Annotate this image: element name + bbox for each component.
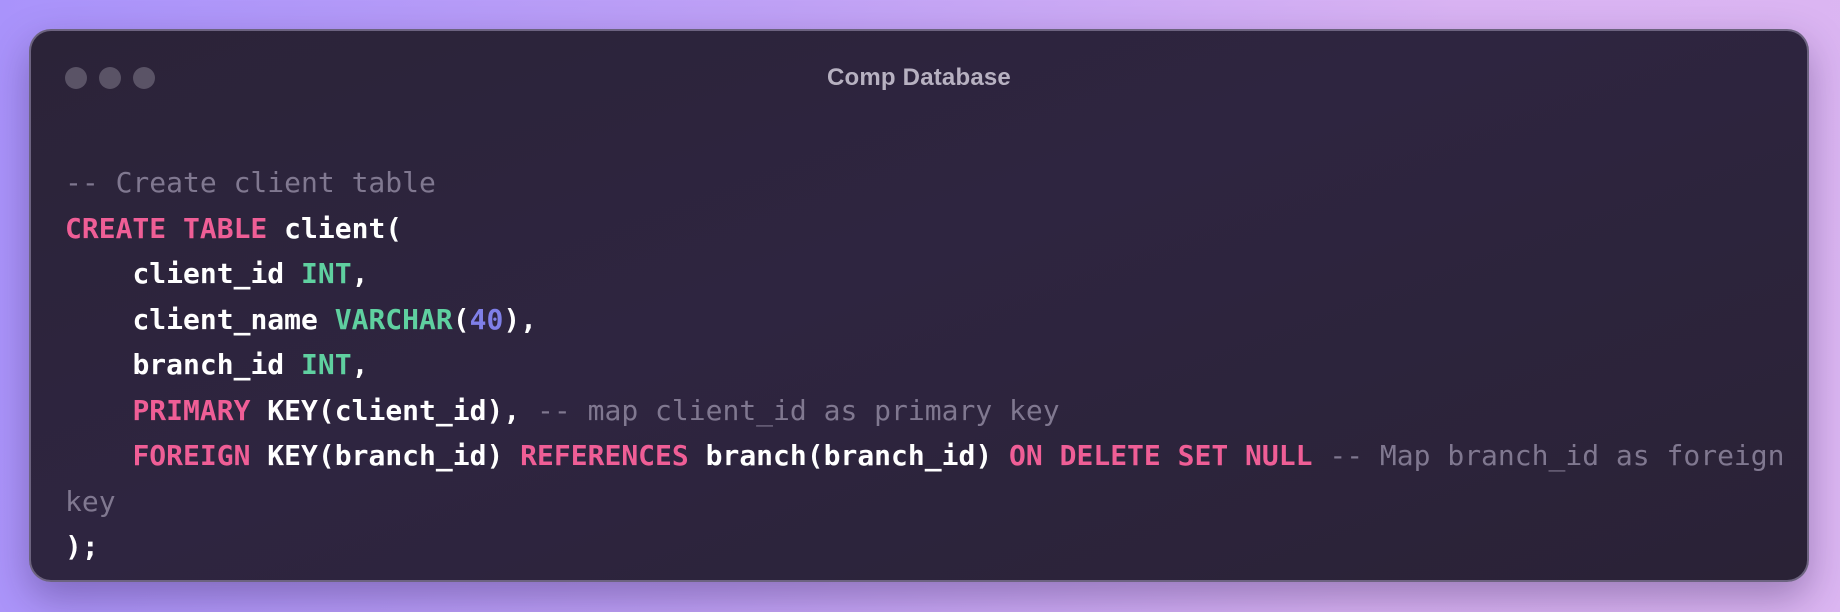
code-line: -- Create client table bbox=[65, 160, 1785, 206]
code-token: REFERENCES bbox=[520, 439, 689, 472]
code-block: -- Create client table CREATE TABLE clien… bbox=[65, 160, 1785, 570]
code-token: INT bbox=[301, 257, 352, 290]
code-line: PRIMARY KEY(client_id), -- map client_id… bbox=[65, 388, 1785, 434]
code-token: client_id bbox=[65, 257, 302, 290]
code-token: -- map client_id as primary key bbox=[537, 393, 1060, 427]
code-line: ); bbox=[65, 524, 1785, 570]
code-token: INT bbox=[301, 348, 352, 381]
code-token: -- Create client table bbox=[65, 166, 436, 199]
code-token: ON DELETE SET NULL bbox=[1009, 439, 1313, 472]
code-line: client_id INT, bbox=[65, 251, 1785, 297]
title-bar: Comp Database bbox=[31, 31, 1807, 127]
code-line: client_name VARCHAR(40), bbox=[65, 297, 1785, 343]
code-token: ); bbox=[65, 530, 99, 563]
code-token: PRIMARY bbox=[132, 393, 251, 427]
code-token: branch(branch_id) bbox=[688, 439, 1010, 472]
code-window: Comp Database -- Create client table CREA… bbox=[29, 29, 1809, 582]
code-token: CREATE TABLE bbox=[65, 211, 268, 245]
code-token: FOREIGN bbox=[132, 439, 251, 472]
code-token: client_name bbox=[65, 302, 335, 336]
code-token: branch_id bbox=[65, 348, 302, 381]
code-token: client( bbox=[267, 211, 403, 245]
code-token: , bbox=[351, 348, 369, 381]
code-token: VARCHAR bbox=[334, 302, 453, 336]
code-token: , bbox=[351, 257, 369, 290]
code-token: ( bbox=[452, 302, 470, 336]
code-token: 40 bbox=[469, 302, 504, 336]
code-token: KEY(client_id), bbox=[250, 393, 538, 427]
code-line: FOREIGN KEY(branch_id) REFERENCES branch… bbox=[65, 433, 1785, 524]
code-token: ), bbox=[503, 302, 538, 336]
code-token: KEY(branch_id) bbox=[250, 439, 521, 472]
code-line: branch_id INT, bbox=[65, 342, 1785, 388]
code-line: CREATE TABLE client( bbox=[65, 206, 1785, 252]
window-title: Comp Database bbox=[827, 64, 1011, 91]
